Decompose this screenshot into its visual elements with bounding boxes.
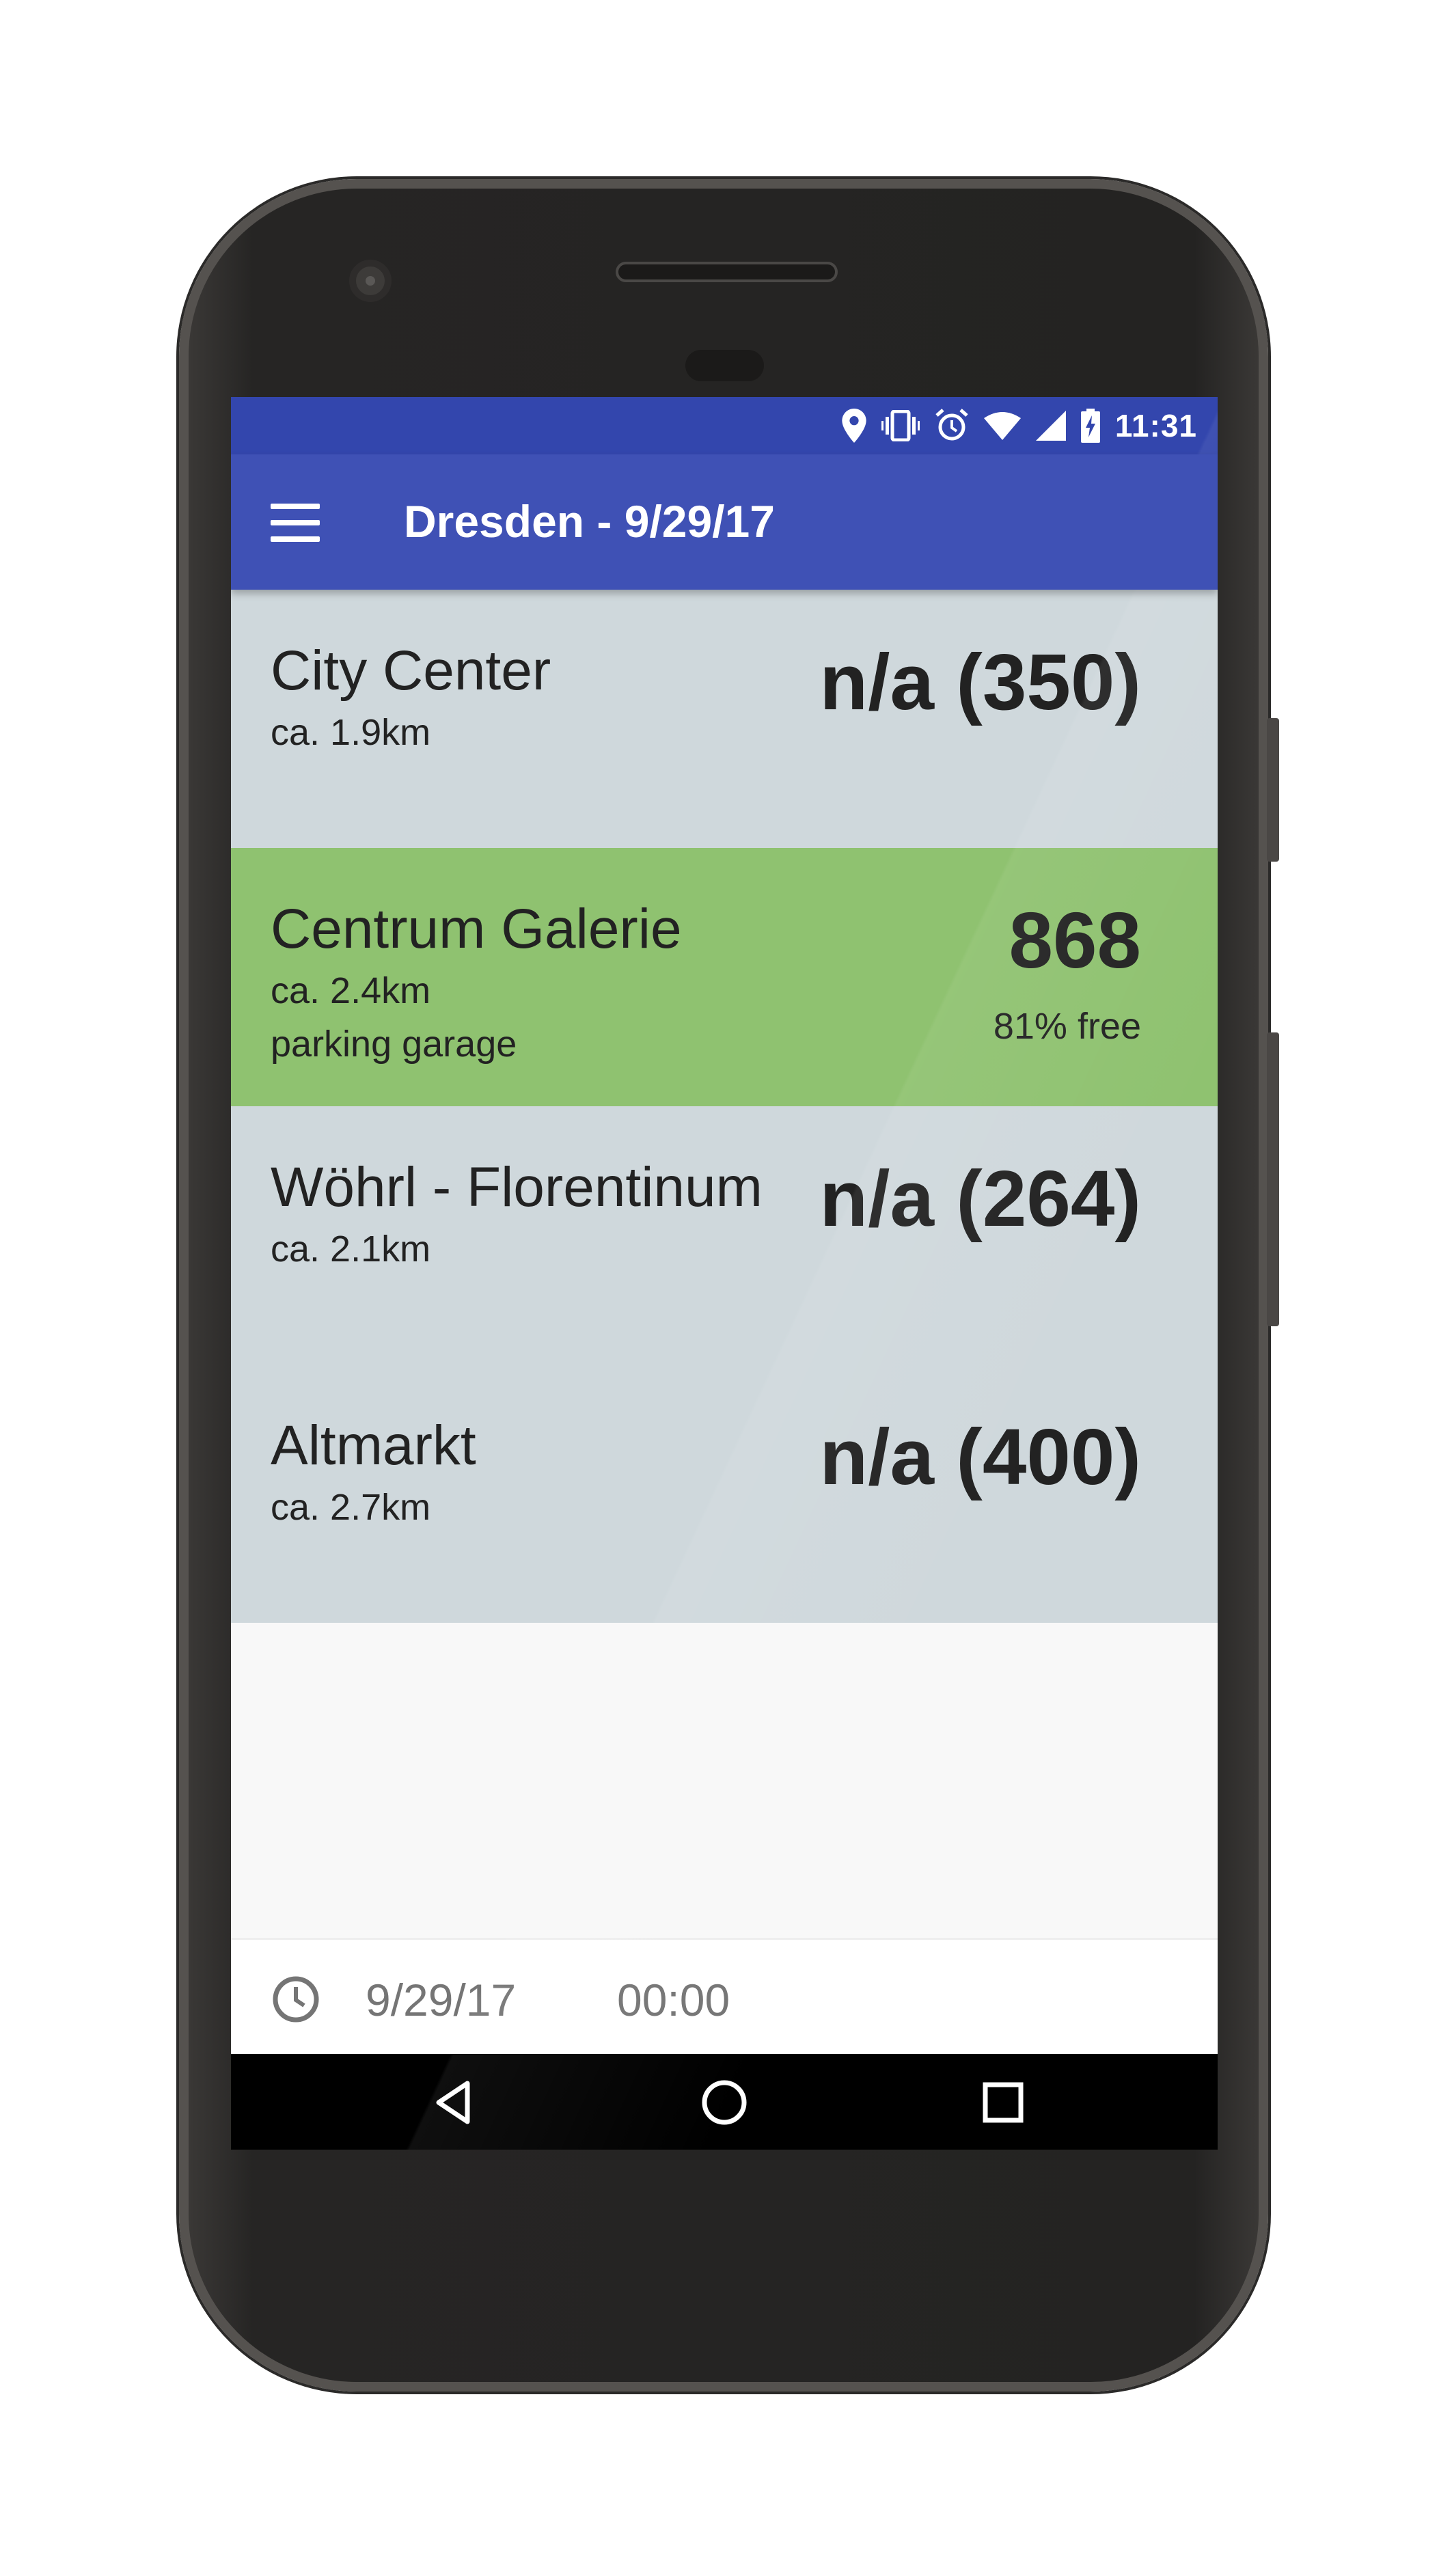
back-icon[interactable] (429, 2078, 478, 2127)
phone-frame: 11:31 Dresden - 9/29/17 City Center ca. … (179, 179, 1279, 2392)
status-bar: 11:31 (231, 397, 1218, 454)
parking-type: parking garage (271, 1024, 517, 1065)
wifi-icon (983, 411, 1021, 440)
clock-icon[interactable] (272, 1975, 320, 2023)
timestamp-time[interactable]: 00:00 (617, 1974, 730, 2026)
front-camera (349, 260, 392, 302)
status-time: 11:31 (1114, 408, 1197, 443)
parking-distance: ca. 2.4km (271, 970, 431, 1011)
system-nav-bar (231, 2054, 1218, 2150)
parking-list: City Center ca. 1.9km n/a (350) Centrum … (231, 590, 1218, 1623)
earpiece-speaker (616, 262, 838, 282)
parking-free-percent: 81% free (993, 1006, 1141, 1047)
parking-value: n/a (264) (819, 1154, 1141, 1243)
vibrate-icon (881, 410, 920, 441)
timestamp-bar: 9/29/17 00:00 (231, 1938, 1218, 2054)
app-title: Dresden - 9/29/17 (404, 496, 775, 547)
location-icon (842, 409, 866, 443)
parking-distance: ca. 1.9km (271, 712, 431, 753)
screen: 11:31 Dresden - 9/29/17 City Center ca. … (231, 397, 1218, 2150)
home-icon[interactable] (700, 2078, 749, 2127)
list-item[interactable]: Wöhrl - Florentinum ca. 2.1km n/a (264) (231, 1106, 1218, 1365)
parking-name: Centrum Galerie (271, 898, 682, 960)
recents-icon[interactable] (978, 2078, 1028, 2127)
app-bar: Dresden - 9/29/17 (231, 454, 1218, 590)
parking-value: n/a (400) (819, 1412, 1141, 1501)
power-button (1267, 718, 1279, 862)
signal-icon (1035, 411, 1066, 441)
status-icons: 11:31 (842, 404, 1197, 448)
parking-distance: ca. 2.7km (271, 1487, 431, 1528)
parking-distance: ca. 2.1km (271, 1229, 431, 1270)
menu-icon[interactable] (271, 504, 320, 542)
parking-name: Altmarkt (271, 1414, 476, 1477)
parking-value: 868 (1009, 896, 1141, 985)
list-item[interactable]: Centrum Galerie ca. 2.4km parking garage… (231, 848, 1218, 1106)
proximity-sensor (685, 350, 764, 381)
list-item[interactable]: Altmarkt ca. 2.7km n/a (400) (231, 1365, 1218, 1623)
volume-button (1267, 1032, 1279, 1326)
alarm-icon (935, 409, 969, 443)
parking-value: n/a (350) (819, 638, 1141, 726)
timestamp-date[interactable]: 9/29/17 (366, 1974, 516, 2026)
parking-name: City Center (271, 640, 551, 702)
parking-name: Wöhrl - Florentinum (271, 1156, 763, 1218)
battery-charging-icon (1080, 409, 1100, 443)
list-item[interactable]: City Center ca. 1.9km n/a (350) (231, 590, 1218, 848)
